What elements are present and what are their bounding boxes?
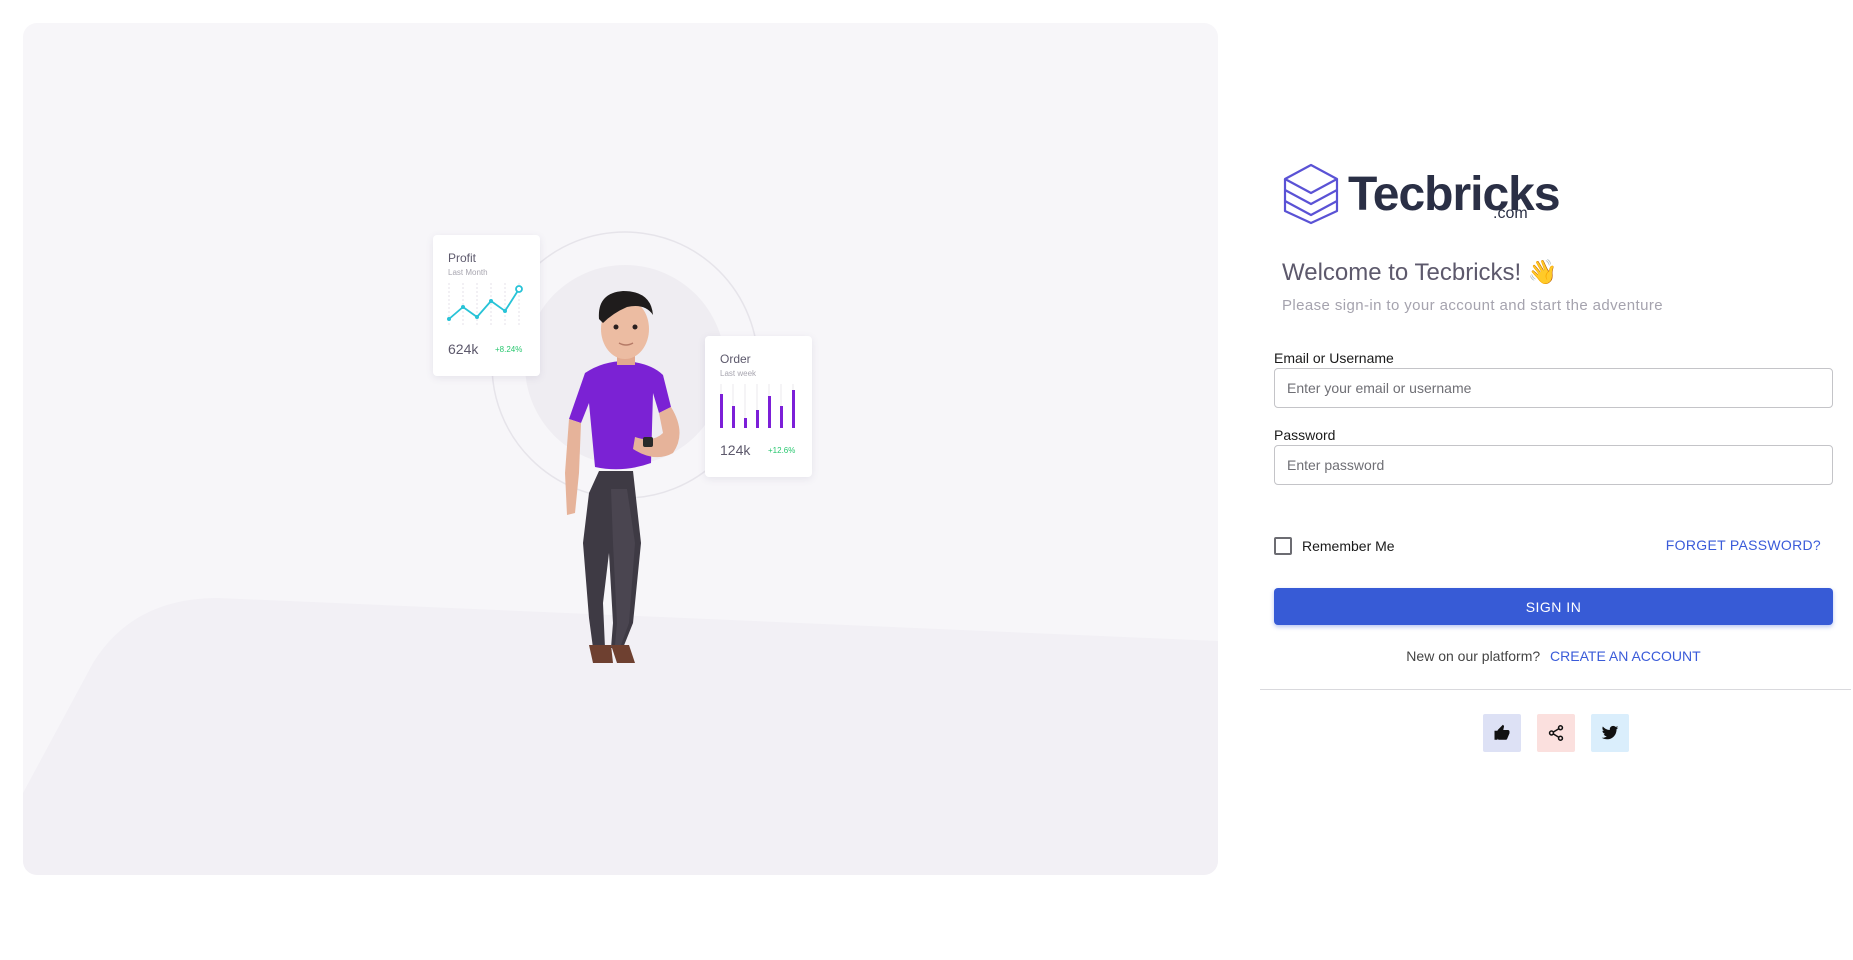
like-button[interactable] <box>1483 714 1521 752</box>
thumbs-up-icon <box>1494 724 1510 740</box>
order-card: Order Last week 124k +12.6% <box>705 336 812 477</box>
email-field[interactable] <box>1274 368 1833 408</box>
profit-card-title: Profit <box>448 251 477 265</box>
welcome-title: Welcome to Tecbricks! 👋 <box>1282 259 1558 286</box>
sign-in-button[interactable]: SIGN IN <box>1274 588 1833 625</box>
profit-card-subtitle: Last Month <box>448 268 488 277</box>
character-illustration <box>565 291 680 663</box>
order-card-title: Order <box>720 352 751 366</box>
divider <box>1260 689 1851 690</box>
create-account-link[interactable]: CREATE AN ACCOUNT <box>1550 648 1701 664</box>
twitter-icon <box>1601 725 1619 740</box>
remember-me-checkbox[interactable] <box>1274 537 1292 555</box>
twitter-button[interactable] <box>1591 714 1629 752</box>
profit-card-value: 624k <box>448 341 479 357</box>
remember-me[interactable]: Remember Me <box>1274 536 1395 556</box>
password-field[interactable] <box>1274 445 1833 485</box>
remember-me-label: Remember Me <box>1302 538 1395 554</box>
login-panel: Tecbricks .com Welcome to Tecbricks! 👋 P… <box>1218 0 1853 960</box>
profit-card: Profit Last Month 624k +8.24% <box>433 235 540 376</box>
social-buttons <box>1483 714 1629 752</box>
illustration-panel: Profit Last Month 624k +8.24% Order Last… <box>23 23 1218 875</box>
stacked-layers-icon <box>1283 163 1339 225</box>
password-label: Password <box>1274 427 1336 443</box>
profit-card-change: +8.24% <box>495 345 523 354</box>
forgot-password-link[interactable]: FORGET PASSWORD? <box>1666 537 1821 553</box>
profit-line-chart <box>447 283 523 327</box>
order-card-subtitle: Last week <box>720 369 757 378</box>
email-label: Email or Username <box>1274 350 1394 366</box>
brand-suffix: .com <box>1493 205 1528 222</box>
share-icon <box>1548 725 1564 741</box>
welcome-subtitle: Please sign-in to your account and start… <box>1282 297 1663 314</box>
share-button[interactable] <box>1537 714 1575 752</box>
brand-name: Tecbricks <box>1348 168 1561 221</box>
order-bar-chart <box>720 384 795 428</box>
order-card-change: +12.6% <box>768 446 796 455</box>
signup-text: New on our platform? <box>1406 648 1541 664</box>
order-card-value: 124k <box>720 442 751 458</box>
brand-logo[interactable]: Tecbricks .com <box>1282 163 1582 227</box>
signup-row: New on our platform? CREATE AN ACCOUNT <box>1274 648 1833 664</box>
